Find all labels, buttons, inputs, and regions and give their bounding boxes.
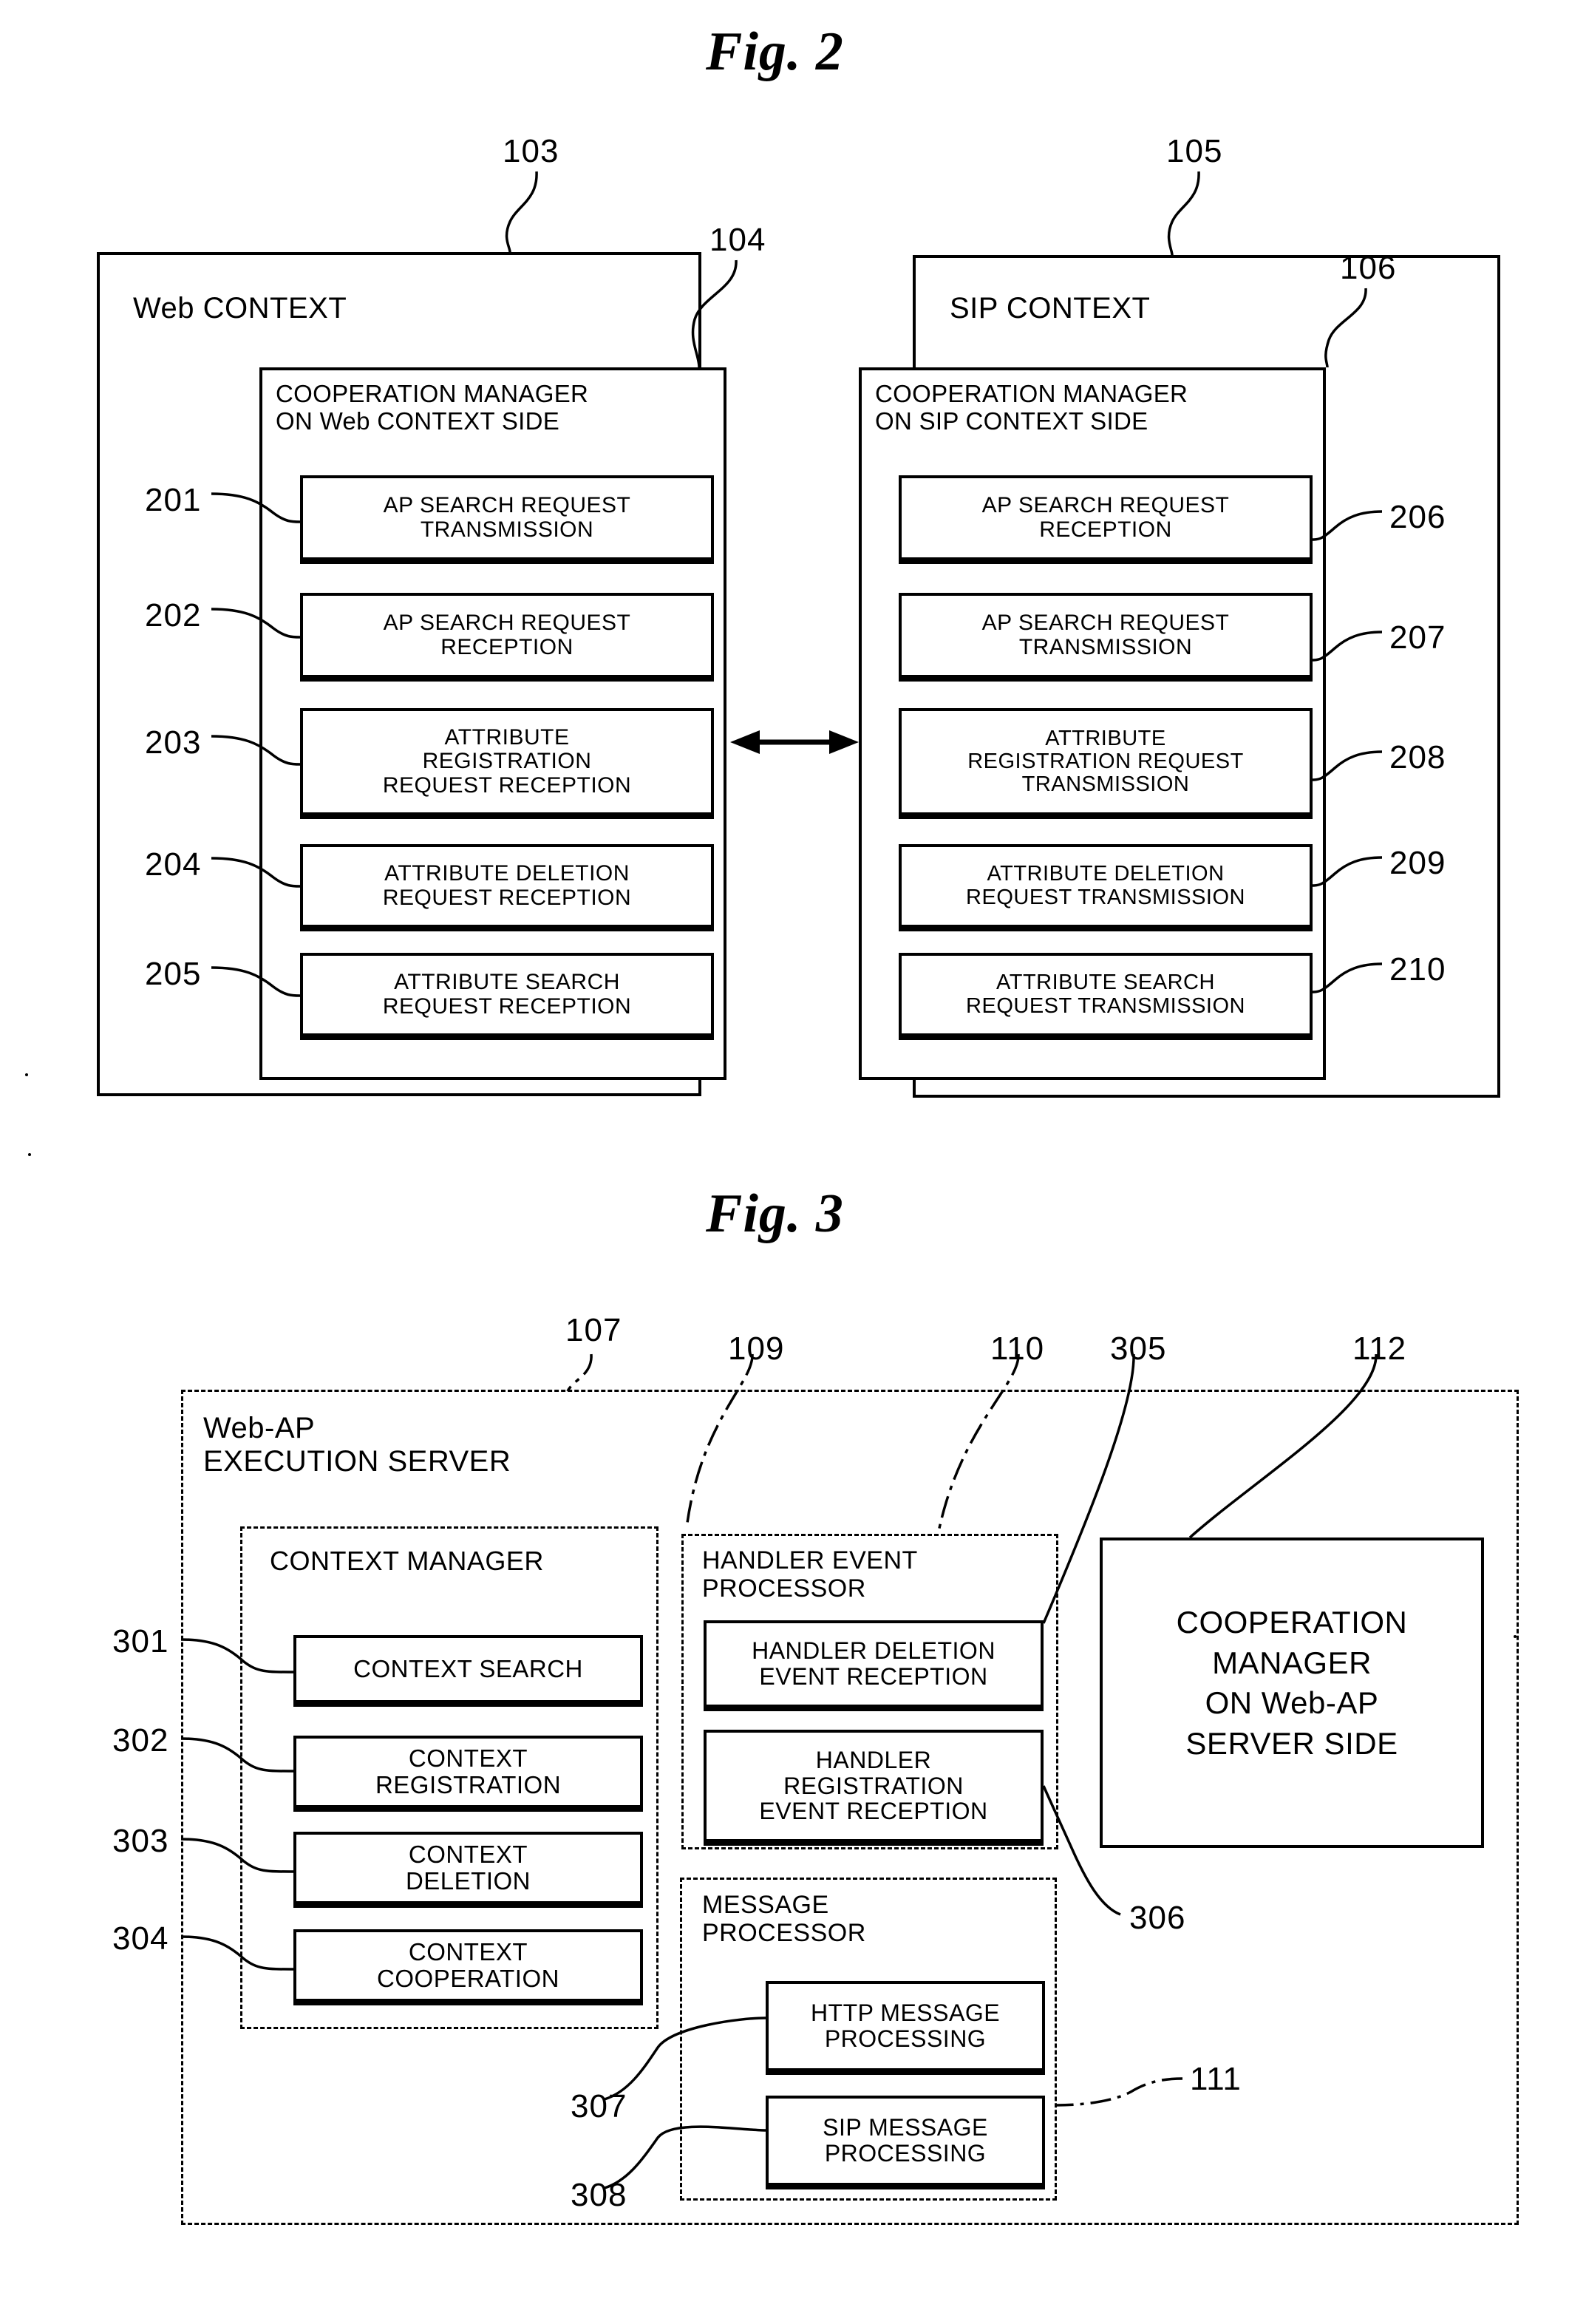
figure-2-title: Fig. 2 xyxy=(706,21,844,82)
sip-item-209[interactable]: ATTRIBUTE DELETION REQUEST TRANSMISSION xyxy=(899,844,1313,928)
sip-item-207[interactable]: AP SEARCH REQUEST TRANSMISSION xyxy=(899,593,1313,678)
cm-item-301[interactable]: CONTEXT SEARCH xyxy=(293,1635,643,1703)
ref-104: 104 xyxy=(709,222,766,258)
sip-item-210[interactable]: ATTRIBUTE SEARCH REQUEST TRANSMISSION xyxy=(899,953,1313,1036)
scan-speck xyxy=(28,1153,31,1156)
ref-103: 103 xyxy=(503,133,559,169)
leader-105 xyxy=(1167,171,1200,256)
mp-item-307[interactable]: HTTP MESSAGE PROCESSING xyxy=(766,1981,1045,2071)
sip-item-208[interactable]: ATTRIBUTE REGISTRATION REQUEST TRANSMISS… xyxy=(899,708,1313,815)
scan-speck xyxy=(25,1073,28,1076)
ref-305: 305 xyxy=(1110,1331,1167,1367)
cooperation-manager-webap-label: COOPERATION MANAGER ON Web-AP SERVER SID… xyxy=(1176,1605,1408,1761)
ref-307: 307 xyxy=(571,2088,627,2124)
cm-sip-title-line1: COOPERATION MANAGER xyxy=(875,380,1188,407)
cm-item-303[interactable]: CONTEXT DELETION xyxy=(293,1832,643,1904)
web-item-204[interactable]: ATTRIBUTE DELETION REQUEST RECEPTION xyxy=(300,844,714,928)
server-name-line2: EXECUTION SERVER xyxy=(203,1444,511,1478)
ref-206: 206 xyxy=(1389,499,1446,535)
ref-109: 109 xyxy=(728,1331,785,1367)
ref-306: 306 xyxy=(1129,1900,1186,1936)
web-context-label: Web CONTEXT xyxy=(133,292,347,325)
cm-web-title-line1: COOPERATION MANAGER xyxy=(276,380,589,407)
handler-event-processor-title: HANDLER EVENT PROCESSOR xyxy=(702,1546,918,1603)
web-item-202[interactable]: AP SEARCH REQUEST RECEPTION xyxy=(300,593,714,678)
cm-item-302[interactable]: CONTEXT REGISTRATION xyxy=(293,1736,643,1808)
ref-301: 301 xyxy=(112,1623,169,1659)
figure-3-title: Fig. 3 xyxy=(706,1183,844,1244)
message-processor-title: MESSAGE PROCESSOR xyxy=(702,1891,866,1948)
ref-105: 105 xyxy=(1166,133,1223,169)
ref-302: 302 xyxy=(112,1722,169,1759)
ref-207: 207 xyxy=(1389,619,1446,656)
ref-208: 208 xyxy=(1389,739,1446,775)
arrow-head-left xyxy=(730,730,760,754)
web-item-205[interactable]: ATTRIBUTE SEARCH REQUEST RECEPTION xyxy=(300,953,714,1036)
context-manager-title: CONTEXT MANAGER xyxy=(270,1546,544,1576)
sip-context-label: SIP CONTEXT xyxy=(950,292,1151,325)
ref-107: 107 xyxy=(565,1312,622,1348)
arrow-head-right xyxy=(829,730,859,754)
ref-204: 204 xyxy=(145,846,202,883)
ref-303: 303 xyxy=(112,1823,169,1859)
leader-107 xyxy=(566,1353,593,1392)
leader-103 xyxy=(505,171,538,253)
ref-308: 308 xyxy=(571,2177,627,2213)
sip-item-206[interactable]: AP SEARCH REQUEST RECEPTION xyxy=(899,475,1313,560)
server-name-line1: Web-AP xyxy=(203,1412,316,1444)
ref-111: 111 xyxy=(1190,2061,1242,2097)
cm-item-304[interactable]: CONTEXT COOPERATION xyxy=(293,1929,643,2002)
ref-201: 201 xyxy=(145,482,202,518)
cooperation-manager-sip-title: COOPERATION MANAGER ON SIP CONTEXT SIDE xyxy=(875,380,1188,435)
ref-202: 202 xyxy=(145,597,202,633)
ref-110: 110 xyxy=(990,1331,1045,1367)
hep-item-305[interactable]: HANDLER DELETION EVENT RECEPTION xyxy=(704,1620,1044,1708)
ref-209: 209 xyxy=(1389,845,1446,881)
ref-112: 112 xyxy=(1352,1331,1407,1367)
web-ap-execution-server-label: Web-AP EXECUTION SERVER xyxy=(203,1412,511,1478)
hep-item-306[interactable]: HANDLER REGISTRATION EVENT RECEPTION xyxy=(704,1730,1044,1842)
cm-web-title-line2: ON Web CONTEXT SIDE xyxy=(276,407,560,435)
cm-sip-title-line2: ON SIP CONTEXT SIDE xyxy=(875,407,1148,435)
ref-203: 203 xyxy=(145,724,202,761)
ref-106: 106 xyxy=(1340,250,1397,286)
bidirectional-arrow-group xyxy=(730,730,859,754)
cooperation-manager-web-title: COOPERATION MANAGER ON Web CONTEXT SIDE xyxy=(276,380,589,435)
ref-205: 205 xyxy=(145,956,202,992)
web-item-201[interactable]: AP SEARCH REQUEST TRANSMISSION xyxy=(300,475,714,560)
scan-speck xyxy=(1514,1635,1517,1638)
web-item-203[interactable]: ATTRIBUTE REGISTRATION REQUEST RECEPTION xyxy=(300,708,714,815)
mp-item-308[interactable]: SIP MESSAGE PROCESSING xyxy=(766,2096,1045,2186)
ref-210: 210 xyxy=(1389,951,1446,988)
ref-304: 304 xyxy=(112,1920,169,1957)
